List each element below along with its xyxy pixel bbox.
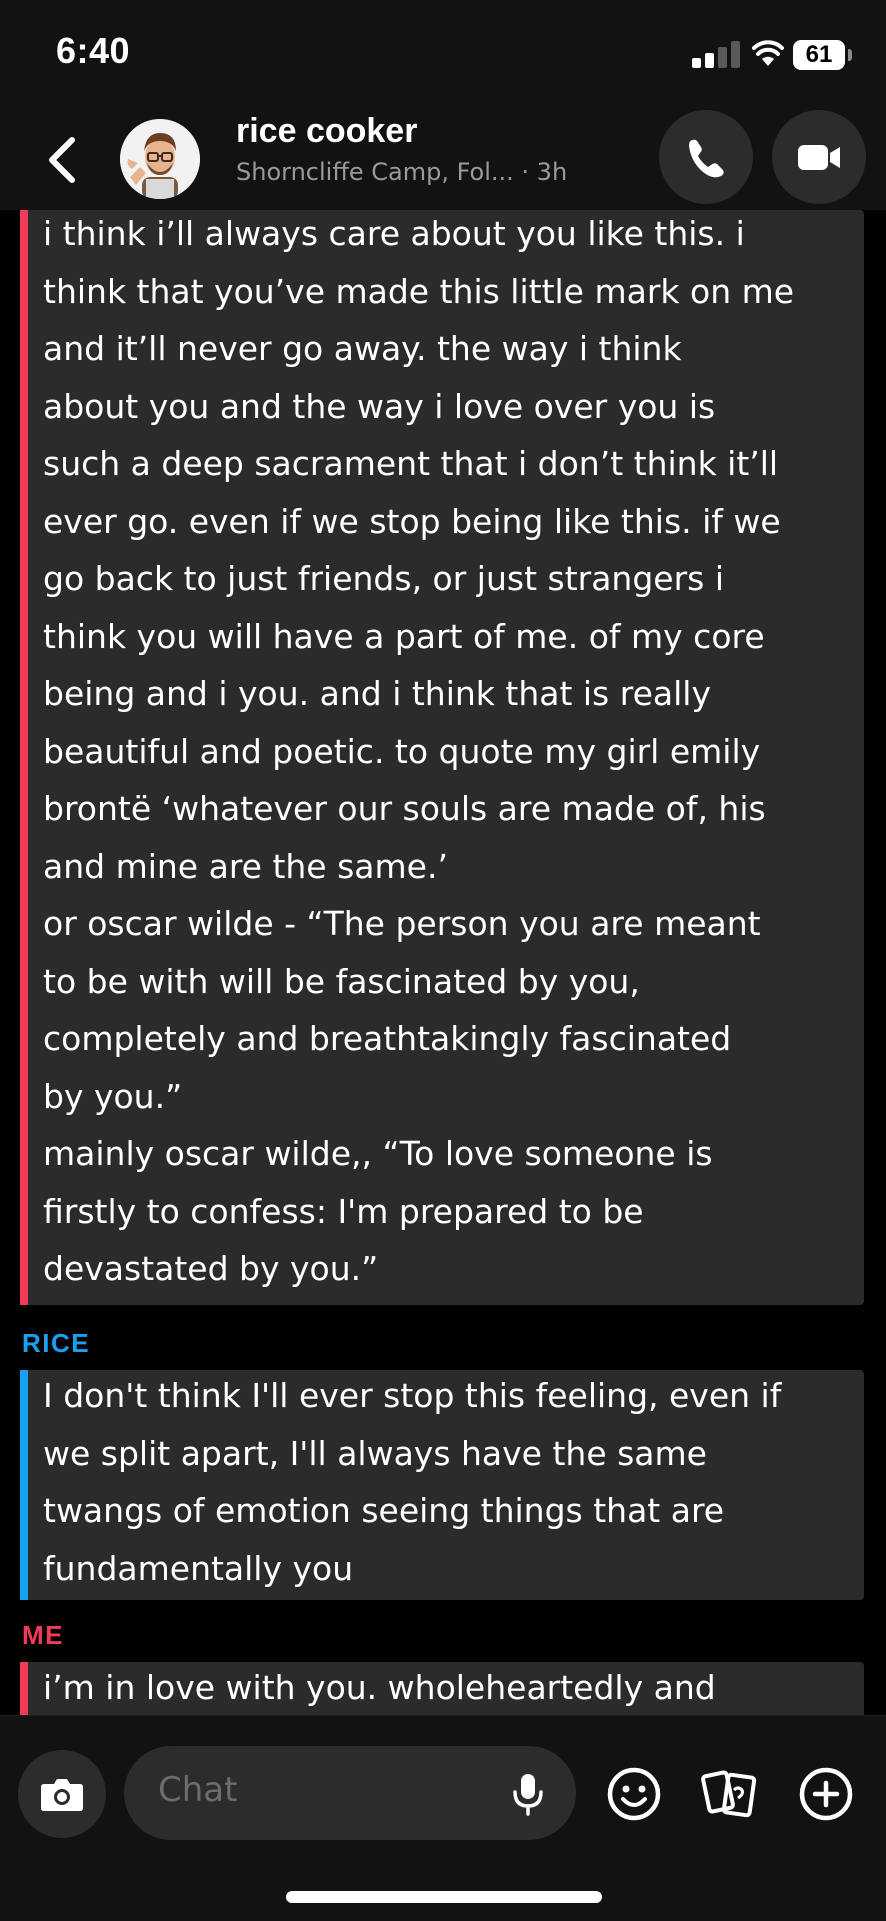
video-call-button[interactable]: [772, 110, 866, 204]
message-accent-bar: [20, 210, 28, 1305]
message-line: go back to just friends, or just strange…: [43, 559, 725, 598]
message-line: brontë ‘whatever our souls are made of, …: [43, 789, 766, 828]
message-text: i’m in love with you. wholeheartedly and: [43, 1659, 863, 1715]
battery-cap: [848, 49, 852, 61]
message-line: mainly oscar wilde,, “To love someone is: [43, 1134, 713, 1173]
message-accent-bar: [20, 1370, 28, 1600]
sender-label-me: ME: [22, 1620, 64, 1650]
message-line: we split apart, I'll always have the sam…: [43, 1433, 707, 1473]
message-line: to be with will be fascinated by you,: [43, 961, 640, 1001]
message-line: such a deep sacrament that i don’t think…: [43, 444, 779, 483]
contact-location: Shorncliffe Camp, Fol...: [236, 158, 514, 186]
smiley-icon[interactable]: [604, 1764, 664, 1824]
status-time: 6:40: [56, 30, 131, 71]
message-accent-bar: [20, 1662, 28, 1715]
message-line: and it’ll never go away. the way i think: [43, 329, 682, 368]
chevron-left-icon[interactable]: [40, 132, 84, 188]
message-line: think you will have a part of me. of my …: [43, 616, 765, 656]
message-line: twangs of emotion seeing things that are: [43, 1491, 725, 1530]
message-line: i’m in love with you. wholeheartedly and: [43, 1668, 716, 1707]
plus-circle-icon[interactable]: [796, 1764, 856, 1824]
message-text: i think i’ll always care about you like …: [43, 210, 863, 1298]
video-camera-icon: [798, 145, 840, 170]
wifi-icon: [752, 40, 784, 66]
status-bar: 6:40 61: [0, 0, 886, 110]
avatar[interactable]: [120, 119, 200, 199]
message-bubble-me[interactable]: i’m in love with you. wholeheartedly and: [20, 1662, 864, 1715]
chat-input[interactable]: Chat: [124, 1746, 576, 1840]
message-line: fundamentally you: [43, 1548, 354, 1588]
message-line: beautiful and poetic. to quote my girl e…: [43, 731, 761, 771]
bitmoji-avatar-icon: [120, 119, 200, 199]
last-active-time: · 3h: [521, 158, 568, 186]
message-line: think that you’ve made this little mark …: [43, 271, 795, 311]
contact-subtitle: Shorncliffe Camp, Fol... · 3h: [236, 158, 567, 186]
message-line: ever go. even if we stop being like this…: [43, 501, 781, 541]
message-line: being and i you. and i think that is rea…: [43, 674, 711, 713]
message-bubble-me-long[interactable]: i think i’ll always care about you like …: [20, 210, 864, 1305]
message-line: or oscar wilde - “The person you are mea…: [43, 904, 761, 943]
battery-indicator: 61: [793, 40, 845, 70]
message-line: I don't think I'll ever stop this feelin…: [43, 1376, 782, 1415]
conversation-view[interactable]: i think i’ll always care about you like …: [0, 210, 886, 1715]
message-line: by you.”: [43, 1076, 183, 1116]
home-indicator[interactable]: [286, 1891, 602, 1903]
message-line: firstly to confess: I'm prepared to be: [43, 1191, 644, 1231]
message-line: and mine are the same.’: [43, 846, 448, 886]
message-line: completely and breathtakingly fascinated: [43, 1019, 732, 1058]
microphone-icon[interactable]: [508, 1770, 548, 1818]
phone-icon: [689, 139, 724, 178]
sender-label-rice: RICE: [22, 1328, 91, 1358]
voice-call-button[interactable]: [659, 110, 753, 204]
camera-icon: [41, 1779, 83, 1811]
cellular-signal-icon: [692, 40, 744, 68]
chat-input-placeholder: Chat: [158, 1770, 238, 1810]
cards-icon[interactable]: [700, 1764, 760, 1824]
message-line: i think i’ll always care about you like …: [43, 214, 745, 253]
message-text: I don't think I'll ever stop this feelin…: [43, 1367, 863, 1597]
contact-name[interactable]: rice cooker: [236, 112, 417, 151]
chat-header: rice cooker Shorncliffe Camp, Fol... · 3…: [0, 110, 886, 210]
camera-button[interactable]: [18, 1750, 106, 1838]
message-line: about you and the way i love over you is: [43, 386, 716, 426]
message-bubble-rice[interactable]: I don't think I'll ever stop this feelin…: [20, 1370, 864, 1600]
message-line: devastated by you.”: [43, 1249, 379, 1288]
